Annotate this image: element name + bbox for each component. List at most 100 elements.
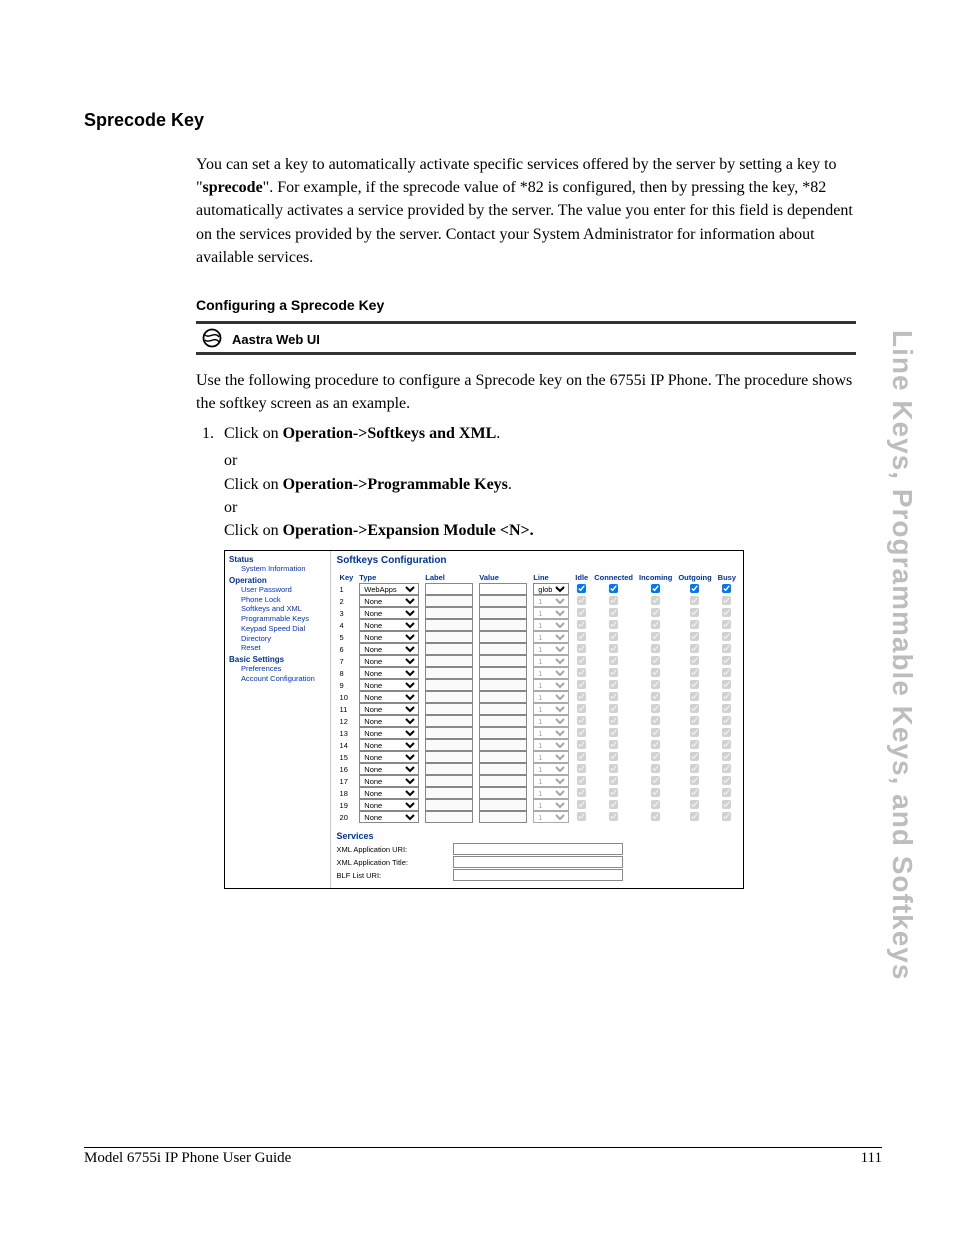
table-row: 13None1	[337, 727, 739, 739]
nav-item[interactable]: User Password	[241, 585, 328, 595]
type-select[interactable]: WebApps	[359, 583, 419, 595]
type-select[interactable]: None	[359, 715, 419, 727]
label-input	[425, 787, 473, 799]
type-select[interactable]: None	[359, 727, 419, 739]
line-select: 1	[533, 799, 569, 811]
state-checkbox	[690, 620, 699, 629]
subsection-title: Configuring a Sprecode Key	[196, 297, 856, 313]
nav-item[interactable]: Directory	[241, 634, 328, 644]
type-select[interactable]: None	[359, 739, 419, 751]
key-cell: 18	[337, 787, 357, 799]
line-select: 1	[533, 727, 569, 739]
column-header: Key	[337, 572, 357, 583]
type-select[interactable]: None	[359, 595, 419, 607]
nav-item[interactable]: Keypad Speed Dial	[241, 624, 328, 634]
type-select[interactable]: None	[359, 751, 419, 763]
services-row: XML Application Title:	[337, 856, 739, 868]
key-cell: 15	[337, 751, 357, 763]
key-cell: 6	[337, 643, 357, 655]
type-select[interactable]: None	[359, 811, 419, 823]
type-select[interactable]: None	[359, 703, 419, 715]
state-checkbox[interactable]	[577, 584, 586, 593]
nav-item[interactable]: System Information	[241, 564, 328, 574]
line-select: 1	[533, 763, 569, 775]
nav-item[interactable]: Programmable Keys	[241, 614, 328, 624]
nav-item[interactable]: Softkeys and XML	[241, 604, 328, 614]
state-checkbox	[651, 692, 660, 701]
line-select[interactable]: global	[533, 583, 569, 595]
state-checkbox	[651, 632, 660, 641]
state-checkbox	[690, 764, 699, 773]
key-cell: 14	[337, 739, 357, 751]
state-checkbox	[609, 728, 618, 737]
footer-left: Model 6755i IP Phone User Guide	[84, 1150, 291, 1167]
services-input[interactable]	[453, 856, 623, 868]
state-checkbox	[690, 692, 699, 701]
type-select[interactable]: None	[359, 619, 419, 631]
nav-group: Operation	[229, 576, 328, 585]
services-input[interactable]	[453, 843, 623, 855]
type-select[interactable]: None	[359, 679, 419, 691]
services-input[interactable]	[453, 869, 623, 881]
nav-item[interactable]: Account Configuration	[241, 674, 328, 684]
value-input	[479, 799, 527, 811]
key-cell: 9	[337, 679, 357, 691]
state-checkbox	[690, 632, 699, 641]
column-header: Line	[530, 572, 572, 583]
web-ui-band-label: Aastra Web UI	[232, 328, 320, 347]
state-checkbox	[651, 680, 660, 689]
label-input	[425, 595, 473, 607]
type-select[interactable]: None	[359, 775, 419, 787]
label-input[interactable]	[425, 583, 473, 595]
type-select[interactable]: None	[359, 643, 419, 655]
state-checkbox	[651, 596, 660, 605]
state-checkbox	[690, 812, 699, 821]
state-checkbox	[609, 788, 618, 797]
state-checkbox	[690, 776, 699, 785]
table-row: 8None1	[337, 667, 739, 679]
type-select[interactable]: None	[359, 799, 419, 811]
state-checkbox[interactable]	[609, 584, 618, 593]
type-select[interactable]: None	[359, 691, 419, 703]
type-select[interactable]: None	[359, 667, 419, 679]
value-input	[479, 727, 527, 739]
step-1-alternatives: or Click on Operation->Programmable Keys…	[224, 449, 856, 542]
type-select[interactable]: None	[359, 763, 419, 775]
state-checkbox	[651, 716, 660, 725]
value-input	[479, 607, 527, 619]
state-checkbox[interactable]	[690, 584, 699, 593]
nav-item[interactable]: Reset	[241, 643, 328, 653]
type-select[interactable]: None	[359, 607, 419, 619]
state-checkbox	[690, 680, 699, 689]
state-checkbox	[609, 680, 618, 689]
state-checkbox	[651, 764, 660, 773]
state-checkbox	[722, 668, 731, 677]
label-input	[425, 799, 473, 811]
state-checkbox	[651, 620, 660, 629]
nav-item[interactable]: Phone Lock	[241, 595, 328, 605]
table-row: 20None1	[337, 811, 739, 823]
label-input	[425, 763, 473, 775]
value-input[interactable]	[479, 583, 527, 595]
services-label: XML Application Title:	[337, 858, 447, 867]
state-checkbox	[609, 644, 618, 653]
line-select: 1	[533, 655, 569, 667]
type-select[interactable]: None	[359, 655, 419, 667]
state-checkbox	[577, 632, 586, 641]
column-header: Idle	[572, 572, 591, 583]
state-checkbox[interactable]	[722, 584, 731, 593]
type-select[interactable]: None	[359, 631, 419, 643]
state-checkbox[interactable]	[651, 584, 660, 593]
state-checkbox	[609, 776, 618, 785]
key-cell: 19	[337, 799, 357, 811]
softkeys-table: KeyTypeLabelValueLineIdleConnectedIncomi…	[337, 572, 739, 823]
key-cell: 7	[337, 655, 357, 667]
state-checkbox	[722, 620, 731, 629]
state-checkbox	[690, 656, 699, 665]
line-select: 1	[533, 739, 569, 751]
nav-item[interactable]: Preferences	[241, 664, 328, 674]
services-label: XML Application URI:	[337, 845, 447, 854]
state-checkbox	[722, 776, 731, 785]
value-input	[479, 811, 527, 823]
type-select[interactable]: None	[359, 787, 419, 799]
